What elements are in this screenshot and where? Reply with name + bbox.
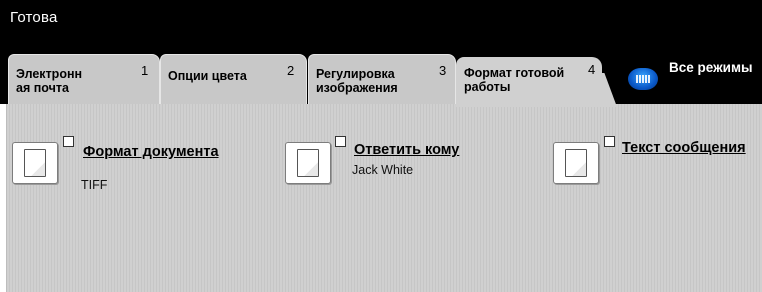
- reply-to-title[interactable]: Ответить кому: [354, 142, 459, 158]
- tab-image-adjustment-label-line2: изображения: [316, 81, 398, 95]
- tab-image-adjustment-label: Регулировка изображения: [316, 67, 398, 95]
- tab-output-format-label-line1: Формат готовой: [464, 66, 565, 80]
- reply-to-checkbox[interactable]: [335, 136, 346, 147]
- tab-email-label: Электронн ая почта: [16, 67, 82, 95]
- tab-color-options-label-line1: Опции цвета: [168, 69, 247, 83]
- tab-image-adjustment-number: 3: [439, 63, 447, 78]
- tab-email-number: 1: [141, 63, 149, 78]
- tab-email[interactable]: Электронн ая почта 1: [8, 54, 160, 104]
- tab-color-options-label: Опции цвета: [168, 69, 247, 83]
- tab-image-adjustment-label-line1: Регулировка: [316, 67, 395, 81]
- tab-image-adjustment[interactable]: Регулировка изображения 3: [308, 54, 456, 104]
- tab-email-label-line1: Электронн: [16, 67, 83, 81]
- tab-color-options-number: 2: [287, 63, 295, 78]
- tab-output-format-label: Формат готовой работы: [464, 66, 564, 94]
- header-bar: Готова Электронн ая почта 1 Опции цвета …: [0, 0, 762, 107]
- tab-output-format-number: 4: [588, 62, 596, 77]
- document-icon: [24, 149, 46, 177]
- tab-color-options[interactable]: Опции цвета 2: [160, 54, 307, 104]
- tab-output-format-label-line2: работы: [464, 80, 511, 94]
- document-icon: [565, 149, 587, 177]
- document-format-checkbox[interactable]: [63, 136, 74, 147]
- reply-to-value: Jack White: [352, 163, 414, 177]
- status-text: Готова: [10, 9, 58, 26]
- document-format-value: TIFF: [81, 178, 108, 192]
- all-services-button[interactable]: Все режимы: [626, 60, 762, 96]
- document-format-icon[interactable]: [12, 142, 58, 184]
- tab-output-format[interactable]: Формат готовой работы 4: [456, 57, 602, 107]
- document-format-title[interactable]: Формат документа: [83, 144, 219, 160]
- document-icon: [297, 149, 319, 177]
- all-services-label: Все режимы: [669, 60, 753, 75]
- screen: Готова Электронн ая почта 1 Опции цвета …: [0, 0, 762, 292]
- tab-email-label-line2: ая почта: [16, 81, 69, 95]
- features-panel: [6, 104, 762, 292]
- message-text-title[interactable]: Текст сообщения: [622, 140, 746, 156]
- all-services-icon: [628, 68, 658, 90]
- reply-to-icon[interactable]: [285, 142, 331, 184]
- message-text-checkbox[interactable]: [604, 136, 615, 147]
- message-text-icon[interactable]: [553, 142, 599, 184]
